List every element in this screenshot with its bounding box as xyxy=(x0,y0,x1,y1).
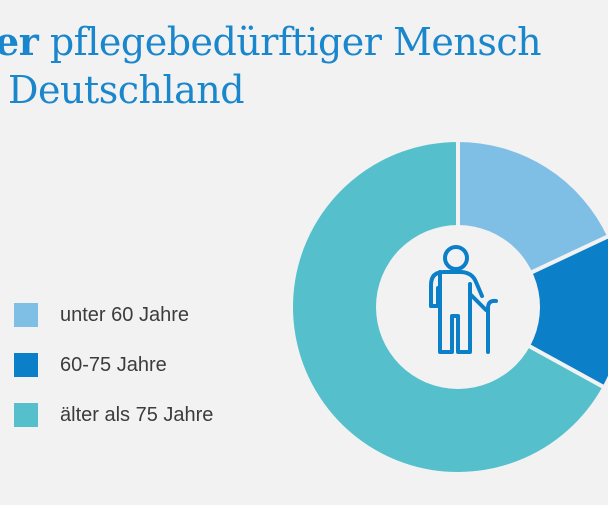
donut-hole xyxy=(376,225,540,389)
donut-chart xyxy=(289,137,608,476)
